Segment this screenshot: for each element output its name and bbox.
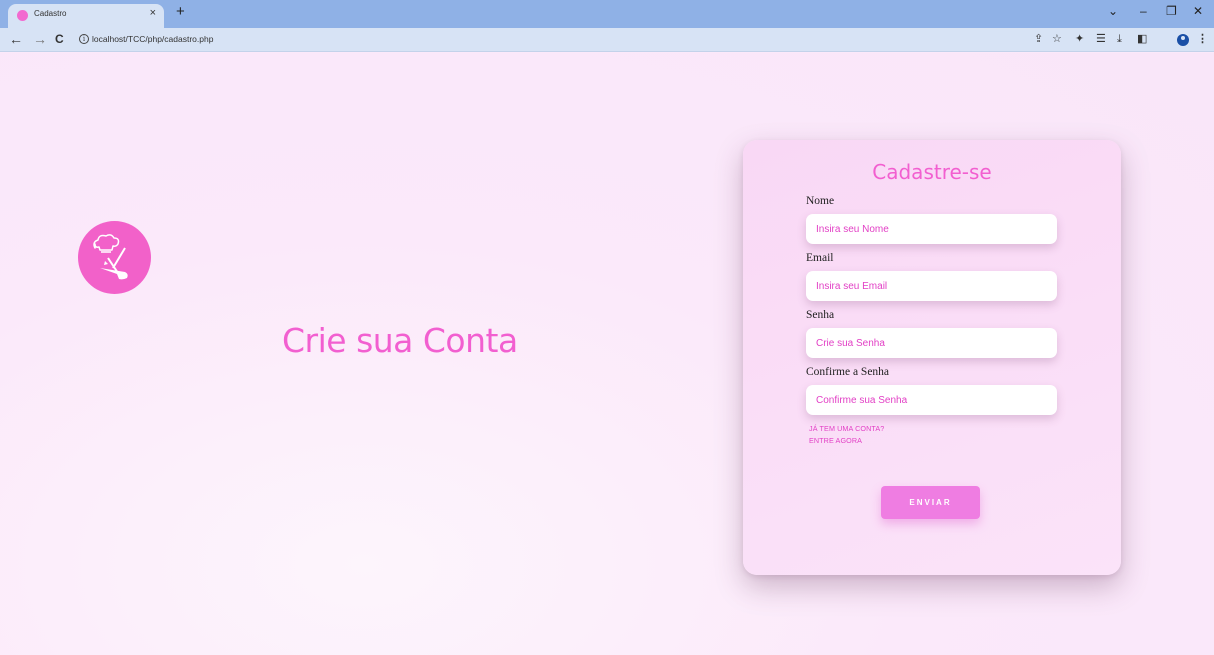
name-label: Nome: [806, 195, 835, 207]
tab-title: Cadastro: [34, 9, 67, 18]
new-tab-button[interactable]: +: [176, 3, 185, 20]
close-window-icon[interactable]: ✕: [1193, 4, 1203, 18]
address-bar[interactable]: i localhost/TCC/php/cadastro.php: [76, 31, 1026, 49]
share-icon[interactable]: ⇪: [1034, 32, 1043, 46]
chef-hat-utensils-icon: [93, 234, 128, 280]
page-body: Crie sua Conta Cadastre-se Nome Email Se…: [0, 53, 1214, 655]
back-arrow-icon[interactable]: ←: [9, 31, 23, 47]
profile-avatar-icon[interactable]: [1177, 34, 1189, 46]
confirm-password-input[interactable]: [806, 385, 1057, 415]
tab-search-icon[interactable]: ⌄: [1108, 4, 1118, 18]
browser-tab-bar: Cadastro × + ⌄ – ❐ ✕: [0, 0, 1214, 28]
signup-card: Cadastre-se Nome Email Senha Confirme a …: [743, 140, 1121, 575]
download-icon[interactable]: ⤓: [1117, 32, 1122, 46]
password-input[interactable]: [806, 328, 1057, 358]
minimize-icon[interactable]: –: [1140, 4, 1147, 18]
reload-icon[interactable]: C: [55, 31, 64, 47]
browser-menu-icon[interactable]: ⋮: [1197, 32, 1208, 46]
tab-close-icon[interactable]: ×: [150, 7, 156, 19]
url-text[interactable]: localhost/TCC/php/cadastro.php: [92, 34, 213, 44]
name-input[interactable]: [806, 214, 1057, 244]
password-label: Senha: [806, 309, 835, 321]
login-link[interactable]: ENTRE AGORA: [809, 436, 862, 445]
email-input[interactable]: [806, 271, 1057, 301]
email-label: Email: [806, 252, 834, 264]
confirm-password-label: Confirme a Senha: [806, 366, 890, 378]
login-prompt-link[interactable]: JÁ TEM UMA CONTA?: [809, 424, 884, 433]
restore-icon[interactable]: ❐: [1166, 4, 1177, 18]
logo: [78, 221, 151, 294]
site-info-icon[interactable]: i: [79, 34, 89, 44]
browser-tab[interactable]: Cadastro ×: [8, 4, 164, 28]
form-title: Cadastre-se: [872, 160, 992, 184]
extensions-icon[interactable]: ✦: [1075, 32, 1084, 46]
favicon-icon: [17, 10, 28, 21]
forward-arrow-icon[interactable]: →: [33, 31, 47, 47]
bookmark-star-icon[interactable]: ☆: [1052, 32, 1062, 46]
submit-button[interactable]: ENVIAR: [881, 486, 980, 519]
side-panel-icon[interactable]: ◧: [1137, 32, 1147, 46]
reading-list-icon[interactable]: ☰: [1096, 32, 1106, 46]
browser-toolbar: ← → C i localhost/TCC/php/cadastro.php ⇪…: [0, 28, 1214, 52]
page-headline: Crie sua Conta: [282, 321, 518, 360]
